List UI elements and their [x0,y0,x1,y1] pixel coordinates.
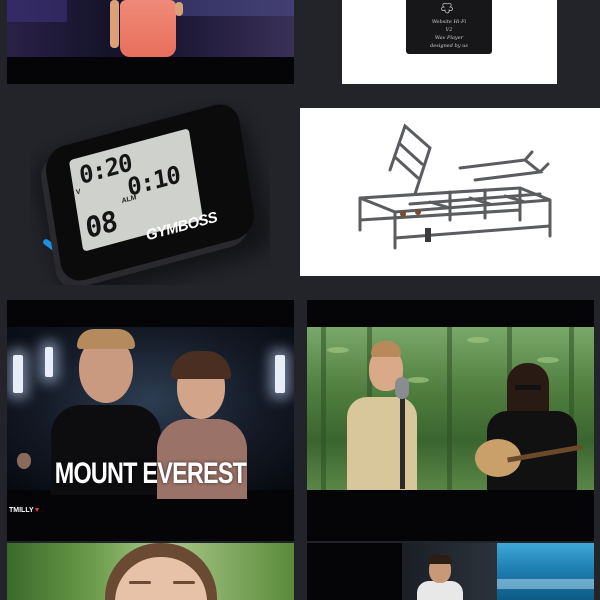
lcd-bottom-count: 08 [83,204,119,246]
video-thumbnail-dancer[interactable] [7,0,294,84]
video-thumbnail-acoustic-duo[interactable] [307,300,594,541]
microphone-icon [395,377,409,399]
video-frame: MOUNT EVEREST TMILLY▼ [7,327,294,514]
bamboo-leaf [537,357,559,363]
product-box: Website Hi-Fi V2 Wav Player designed by … [406,0,492,54]
bamboo-leaf [327,347,349,353]
video-thumbnail-face[interactable] [7,543,294,600]
bamboo-leaf [407,377,429,383]
dancer-hair-left [77,329,135,349]
stage-light [7,0,67,22]
product-image-bed-frame[interactable] [300,108,600,276]
sunglasses-icon [515,385,541,390]
speaker-hair [428,555,452,564]
dancer-pink-dress [120,0,176,57]
lcd-label-alm: ALM [121,194,137,206]
bamboo-stalk [447,327,452,490]
video-thumbnail-mount-everest[interactable]: MOUNT EVEREST TMILLY▼ [7,300,294,541]
product-image-gymboss-timer[interactable]: 0:20 V 0:10 ALM 08 GYMBOSS [30,100,270,285]
stage-light [45,347,53,377]
bamboo-stalk [321,327,326,490]
ocean-image [497,543,594,600]
channel-logo: TMILLY▼ [9,507,41,514]
lcd-label-v: V [75,188,82,197]
stage-light [13,355,23,393]
video-thumbnail-speaker[interactable] [307,543,594,600]
video-title-overlay: MOUNT EVEREST [54,457,247,490]
bamboo-leaf [467,337,489,343]
dancer-hair-right [171,351,231,379]
person-eyebrow [129,581,151,584]
person-eyebrow [173,581,195,584]
bed-frame-illustration [358,123,552,250]
dancer-arm [175,2,183,16]
singer-top [347,397,417,490]
background-person [17,453,31,469]
stage-light [275,355,285,393]
lcd-top-time: 0:20 [77,148,134,191]
dancer-arm [110,0,119,48]
singer-hair [371,341,401,357]
video-frame [307,327,594,490]
product-box-text: Website Hi-Fi V2 Wav Player designed by … [430,19,468,49]
product-image-player-box[interactable]: Website Hi-Fi V2 Wav Player designed by … [342,0,557,84]
ocean-wave [497,579,594,589]
speaker-shirt [417,581,463,600]
